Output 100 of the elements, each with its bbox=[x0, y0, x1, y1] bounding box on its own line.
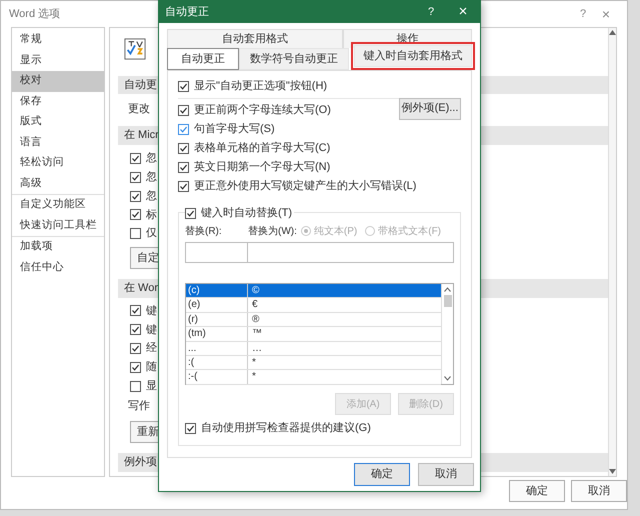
list-row[interactable]: (r) ® bbox=[186, 312, 441, 328]
option-label: 键 bbox=[146, 322, 157, 338]
sidebar-item[interactable]: 显示 bbox=[12, 50, 104, 71]
with-field[interactable] bbox=[248, 242, 454, 263]
tab[interactable]: 自动更正 bbox=[167, 48, 239, 70]
scrollbar[interactable] bbox=[441, 284, 453, 384]
check-icon bbox=[179, 182, 188, 191]
option-label: 标 bbox=[146, 208, 157, 223]
sidebar-item[interactable]: 快速访问工具栏 bbox=[12, 216, 104, 236]
scroll-down-icon[interactable] bbox=[609, 469, 616, 474]
sidebar-item[interactable]: 保存 bbox=[12, 92, 104, 112]
option-label: 忽 bbox=[146, 151, 157, 166]
option-label: 随 bbox=[146, 360, 157, 376]
checkbox[interactable] bbox=[185, 422, 196, 434]
sidebar-item[interactable]: 版式 bbox=[12, 112, 104, 132]
sidebar-item[interactable]: 高级 bbox=[12, 174, 104, 194]
checkbox[interactable] bbox=[185, 208, 196, 218]
list-cell-text: … bbox=[251, 342, 262, 355]
checkbox[interactable] bbox=[130, 190, 141, 202]
scroll-down-icon[interactable] bbox=[444, 376, 451, 381]
field-label: 替换为(W): bbox=[248, 224, 297, 238]
radio-label: 纯文本(P) bbox=[314, 224, 358, 238]
spelling-icon bbox=[124, 38, 146, 60]
close-button[interactable]: × bbox=[446, 0, 480, 24]
list-row[interactable]: (tm) ™ bbox=[186, 327, 441, 342]
checkbox[interactable] bbox=[178, 143, 189, 154]
checkbox[interactable] bbox=[178, 80, 189, 92]
list-cell: (e) bbox=[186, 298, 248, 312]
checkbox[interactable] bbox=[178, 181, 189, 192]
scrollbar[interactable] bbox=[608, 28, 616, 476]
checkbox[interactable] bbox=[130, 362, 141, 373]
dialog-title: 自动更正 bbox=[165, 4, 209, 20]
checkbox[interactable] bbox=[130, 324, 141, 336]
list-row[interactable]: (e) € bbox=[186, 298, 441, 313]
option-label: 更正前两个字母连续大写(O) bbox=[194, 102, 331, 118]
radio-button[interactable] bbox=[365, 226, 376, 236]
option-label: 自动使用拼写检查器提供的建议(G) bbox=[201, 420, 371, 436]
checkbox[interactable] bbox=[130, 228, 141, 240]
list-cell: (c) bbox=[186, 284, 248, 298]
list-cell-text: * bbox=[251, 370, 256, 384]
option-label: 忽 bbox=[146, 170, 157, 185]
scroll-thumb[interactable] bbox=[444, 295, 452, 307]
list-row[interactable]: ... … bbox=[186, 342, 441, 356]
list-cell: (tm) bbox=[186, 327, 248, 341]
replacement-list[interactable]: (c) © (e) € (r) ® (tm) ™ ... … :( * :-( * bbox=[185, 283, 454, 385]
check-icon bbox=[179, 163, 188, 172]
window-title: Word 选项 bbox=[9, 6, 60, 22]
sidebar-item[interactable]: 自定义功能区 bbox=[12, 195, 104, 216]
list-cell-text: ™ bbox=[251, 327, 262, 341]
checkbox[interactable] bbox=[178, 105, 189, 116]
sidebar-item[interactable]: 常规 bbox=[12, 30, 104, 50]
option-label: 键入时自动替换(T) bbox=[201, 206, 292, 221]
checkbox[interactable] bbox=[130, 152, 141, 164]
setting-label: 写作 bbox=[128, 399, 150, 414]
field-label: 替换(R): bbox=[185, 224, 223, 238]
sidebar-item[interactable]: 加载项 bbox=[12, 237, 104, 258]
checkbox[interactable] bbox=[178, 162, 189, 173]
list-cell-text: ® bbox=[251, 312, 260, 326]
scroll-up-icon[interactable] bbox=[444, 287, 451, 292]
dialog-button[interactable]: 确定 bbox=[509, 480, 565, 502]
sidebar-item[interactable]: 信任中心 bbox=[12, 258, 104, 278]
dialog-button[interactable]: 取消 bbox=[571, 480, 627, 502]
option-label: 英文日期第一个字母大写(N) bbox=[194, 160, 330, 176]
option-label: 忽 bbox=[146, 188, 157, 204]
tab[interactable]: 键入时自动套用格式 bbox=[354, 45, 472, 67]
scroll-up-icon[interactable] bbox=[609, 30, 616, 35]
option-label: 仅 bbox=[146, 226, 157, 242]
check-icon bbox=[186, 208, 195, 218]
sidebar-item[interactable]: 校对 bbox=[12, 71, 104, 92]
option-label: 显示"自动更正选项"按钮(H) bbox=[194, 78, 328, 94]
checkbox[interactable] bbox=[178, 124, 189, 135]
exceptions-button[interactable]: 例外项(E)... bbox=[399, 98, 461, 120]
checkbox[interactable] bbox=[130, 380, 141, 392]
sidebar-item[interactable]: 语言 bbox=[12, 132, 104, 153]
option-label: 显 bbox=[146, 378, 157, 394]
checkbox[interactable] bbox=[130, 305, 141, 316]
list-row[interactable]: (c) © bbox=[186, 284, 441, 298]
list-row[interactable]: :( * bbox=[186, 356, 441, 370]
dialog-button[interactable]: 确定 bbox=[354, 463, 410, 486]
tab[interactable]: 数学符号自动更正 bbox=[239, 48, 349, 70]
help-button[interactable]: ? bbox=[416, 4, 446, 20]
check-icon bbox=[179, 82, 188, 90]
radio-label: 带格式文本(F) bbox=[378, 224, 442, 238]
replace-field[interactable] bbox=[185, 242, 248, 263]
close-button[interactable]: × bbox=[593, 4, 619, 24]
checkbox[interactable] bbox=[130, 172, 141, 183]
list-cell-text: * bbox=[251, 356, 256, 370]
tab[interactable]: 自动套用格式 bbox=[167, 29, 343, 48]
radio-button[interactable] bbox=[300, 226, 311, 236]
option-label: 经 bbox=[146, 341, 157, 356]
help-button[interactable]: ? bbox=[573, 6, 593, 22]
option-label: 更正意外使用大写锁定键产生的大小写错误(L) bbox=[194, 178, 416, 194]
option-label: 键 bbox=[146, 304, 157, 319]
sidebar-item[interactable]: 轻松访问 bbox=[12, 153, 104, 174]
list-cell-text: € bbox=[251, 298, 258, 312]
list-row[interactable]: :-( * bbox=[186, 370, 441, 385]
dialog-button[interactable]: 取消 bbox=[418, 463, 474, 486]
check-icon bbox=[179, 144, 188, 153]
checkbox[interactable] bbox=[130, 343, 141, 354]
checkbox[interactable] bbox=[130, 209, 141, 220]
